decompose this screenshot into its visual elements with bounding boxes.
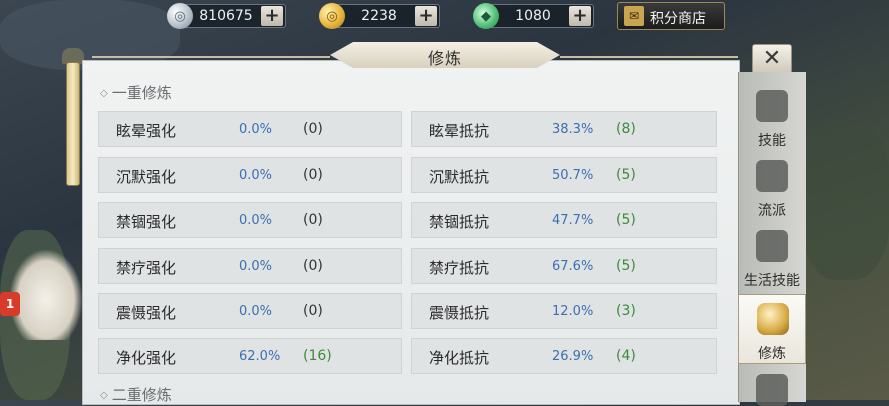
notification-badge[interactable]: 1	[0, 292, 20, 316]
stat-name: 净化强化	[116, 349, 177, 367]
stat-percent: 12.0%	[552, 304, 594, 319]
stat-row: 净化抵抗 26.9% (4)	[411, 338, 717, 374]
more-tab-icon	[756, 374, 788, 406]
stat-percent: 0.0%	[239, 259, 273, 274]
stat-row: 禁锢抵抗 47.7% (5)	[411, 202, 717, 238]
add-jade-button[interactable]: +	[569, 6, 591, 26]
stat-name: 禁锢强化	[116, 213, 177, 231]
stat-percent: 0.0%	[239, 122, 273, 137]
stat-level: (5)	[616, 167, 636, 183]
stat-name: 禁疗强化	[116, 259, 177, 277]
stat-percent: 38.3%	[552, 122, 594, 137]
jade-currency: ◆ 1080 +	[473, 3, 594, 29]
stat-row: 震慑抵抗 12.0% (3)	[411, 293, 717, 329]
fist-icon	[757, 303, 789, 335]
diamond-marker-icon: ◇	[100, 88, 108, 99]
stat-name: 沉默抵抗	[429, 168, 490, 186]
jade-amount: 1080	[515, 8, 551, 24]
stat-row: 净化强化 62.0% (16)	[98, 338, 402, 374]
stat-percent: 47.7%	[552, 213, 594, 228]
stat-level: (0)	[303, 303, 323, 319]
background-tree	[800, 120, 889, 280]
silver-amount: 810675	[199, 8, 253, 24]
section-title-second-tier: ◇ 二重修炼	[100, 384, 172, 405]
stat-level: (16)	[303, 348, 332, 364]
stat-percent: 0.0%	[239, 168, 273, 183]
stat-level: (5)	[616, 258, 636, 274]
tab-label: 修炼	[758, 346, 786, 362]
stat-name: 沉默强化	[116, 168, 177, 186]
stat-level: (0)	[303, 212, 323, 228]
tab-more[interactable]	[738, 366, 806, 406]
section-title-text: 二重修炼	[111, 386, 172, 404]
character-sprite	[10, 250, 82, 340]
tab-life-skills[interactable]: 生活技能	[738, 222, 806, 292]
stat-name: 震慑抵抗	[429, 304, 490, 322]
stat-percent: 26.9%	[552, 349, 594, 364]
stat-row: 沉默强化 0.0% (0)	[98, 157, 402, 193]
panel-title: 修炼	[427, 49, 462, 68]
tab-cultivation[interactable]: 修炼	[738, 294, 806, 364]
points-shop-button[interactable]: ✉ 积分商店	[617, 2, 725, 30]
stat-level: (0)	[303, 121, 323, 137]
stat-name: 眩晕强化	[116, 122, 177, 140]
section-title-first-tier: ◇ 一重修炼	[100, 82, 172, 103]
stat-row: 禁锢强化 0.0% (0)	[98, 202, 402, 238]
jade-ingot-icon: ◆	[473, 3, 499, 29]
section-title-text: 一重修炼	[111, 84, 172, 102]
stat-level: (0)	[303, 167, 323, 183]
stat-name: 净化抵抗	[429, 349, 490, 367]
gold-coin-icon: ◎	[319, 3, 345, 29]
add-silver-button[interactable]: +	[261, 6, 283, 26]
tab-label: 生活技能	[744, 273, 800, 289]
gold-amount: 2238	[361, 8, 397, 24]
stat-level: (0)	[303, 258, 323, 274]
stat-row: 眩晕抵抗 38.3% (8)	[411, 111, 717, 147]
stat-percent: 62.0%	[239, 349, 281, 364]
stat-percent: 0.0%	[239, 213, 273, 228]
stat-row: 禁疗抵抗 67.6% (5)	[411, 248, 717, 284]
school-scroll-icon	[756, 160, 788, 192]
stat-name: 禁疗抵抗	[429, 259, 490, 277]
stat-name: 眩晕抵抗	[429, 122, 490, 140]
stat-row: 震慑强化 0.0% (0)	[98, 293, 402, 329]
title-ornament-left	[92, 56, 330, 58]
stat-level: (5)	[616, 212, 636, 228]
shop-icon: ✉	[624, 6, 644, 26]
silver-coin-icon: ◎	[167, 3, 193, 29]
stat-row: 眩晕强化 0.0% (0)	[98, 111, 402, 147]
gold-currency: ◎ 2238 +	[319, 3, 440, 29]
stat-percent: 67.6%	[552, 259, 594, 274]
diamond-marker-icon: ◇	[100, 390, 108, 401]
stat-name: 震慑强化	[116, 304, 177, 322]
tab-skills[interactable]: 技能	[738, 82, 806, 152]
stat-level: (3)	[616, 303, 636, 319]
silver-currency: ◎ 810675 +	[167, 3, 286, 29]
title-ornament-right	[560, 56, 738, 58]
tab-label: 流派	[758, 203, 786, 219]
stat-level: (8)	[616, 121, 636, 137]
tab-label: 技能	[758, 133, 786, 149]
lantern-decoration	[66, 62, 80, 186]
stat-row: 禁疗强化 0.0% (0)	[98, 248, 402, 284]
stat-row: 沉默抵抗 50.7% (5)	[411, 157, 717, 193]
stat-percent: 0.0%	[239, 304, 273, 319]
tab-school[interactable]: 流派	[738, 152, 806, 222]
add-gold-button[interactable]: +	[415, 6, 437, 26]
close-button[interactable]: ✕	[752, 44, 792, 74]
skill-book-icon	[756, 90, 788, 122]
cooking-pot-icon	[756, 230, 788, 262]
stat-percent: 50.7%	[552, 168, 594, 183]
points-shop-label: 积分商店	[650, 11, 706, 27]
stat-level: (4)	[616, 348, 636, 364]
stat-name: 禁锢抵抗	[429, 213, 490, 231]
